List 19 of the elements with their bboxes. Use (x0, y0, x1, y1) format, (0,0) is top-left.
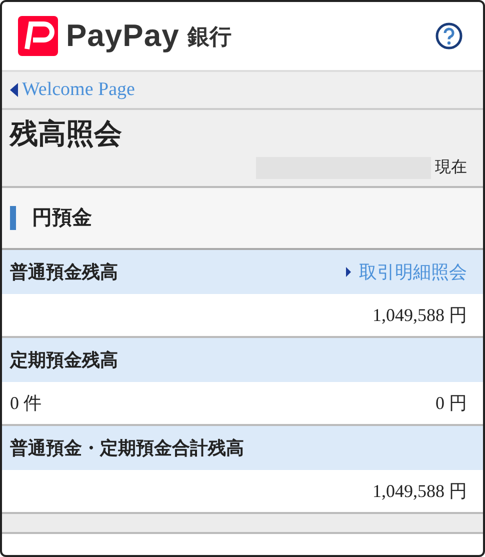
statement-link[interactable]: 取引明細照会 (346, 258, 467, 286)
section-marker (10, 206, 16, 230)
balance-label: 普通預金・定期預金合計残高 (10, 436, 244, 460)
back-arrow-icon (10, 83, 18, 97)
section-title: 円預金 (32, 206, 92, 230)
count-value: 0 件 (10, 392, 42, 414)
brand-suffix: 銀行 (187, 22, 232, 50)
balance-label: 普通預金残高 (10, 260, 118, 284)
page-title: 残高照会 (10, 118, 123, 152)
balance-amount: 0 円 (436, 392, 467, 414)
balance-label: 定期預金残高 (10, 348, 118, 372)
back-link[interactable]: Welcome Page (22, 76, 135, 104)
logo-icon (18, 16, 58, 56)
balance-amount: 1,049,588 円 (372, 304, 467, 326)
help-icon[interactable] (435, 22, 463, 50)
arrow-icon (346, 267, 351, 277)
brand-name: PayPay (66, 16, 180, 55)
balance-amount: 1,049,588 円 (372, 480, 467, 502)
as-of-label: 現在 (435, 158, 467, 178)
